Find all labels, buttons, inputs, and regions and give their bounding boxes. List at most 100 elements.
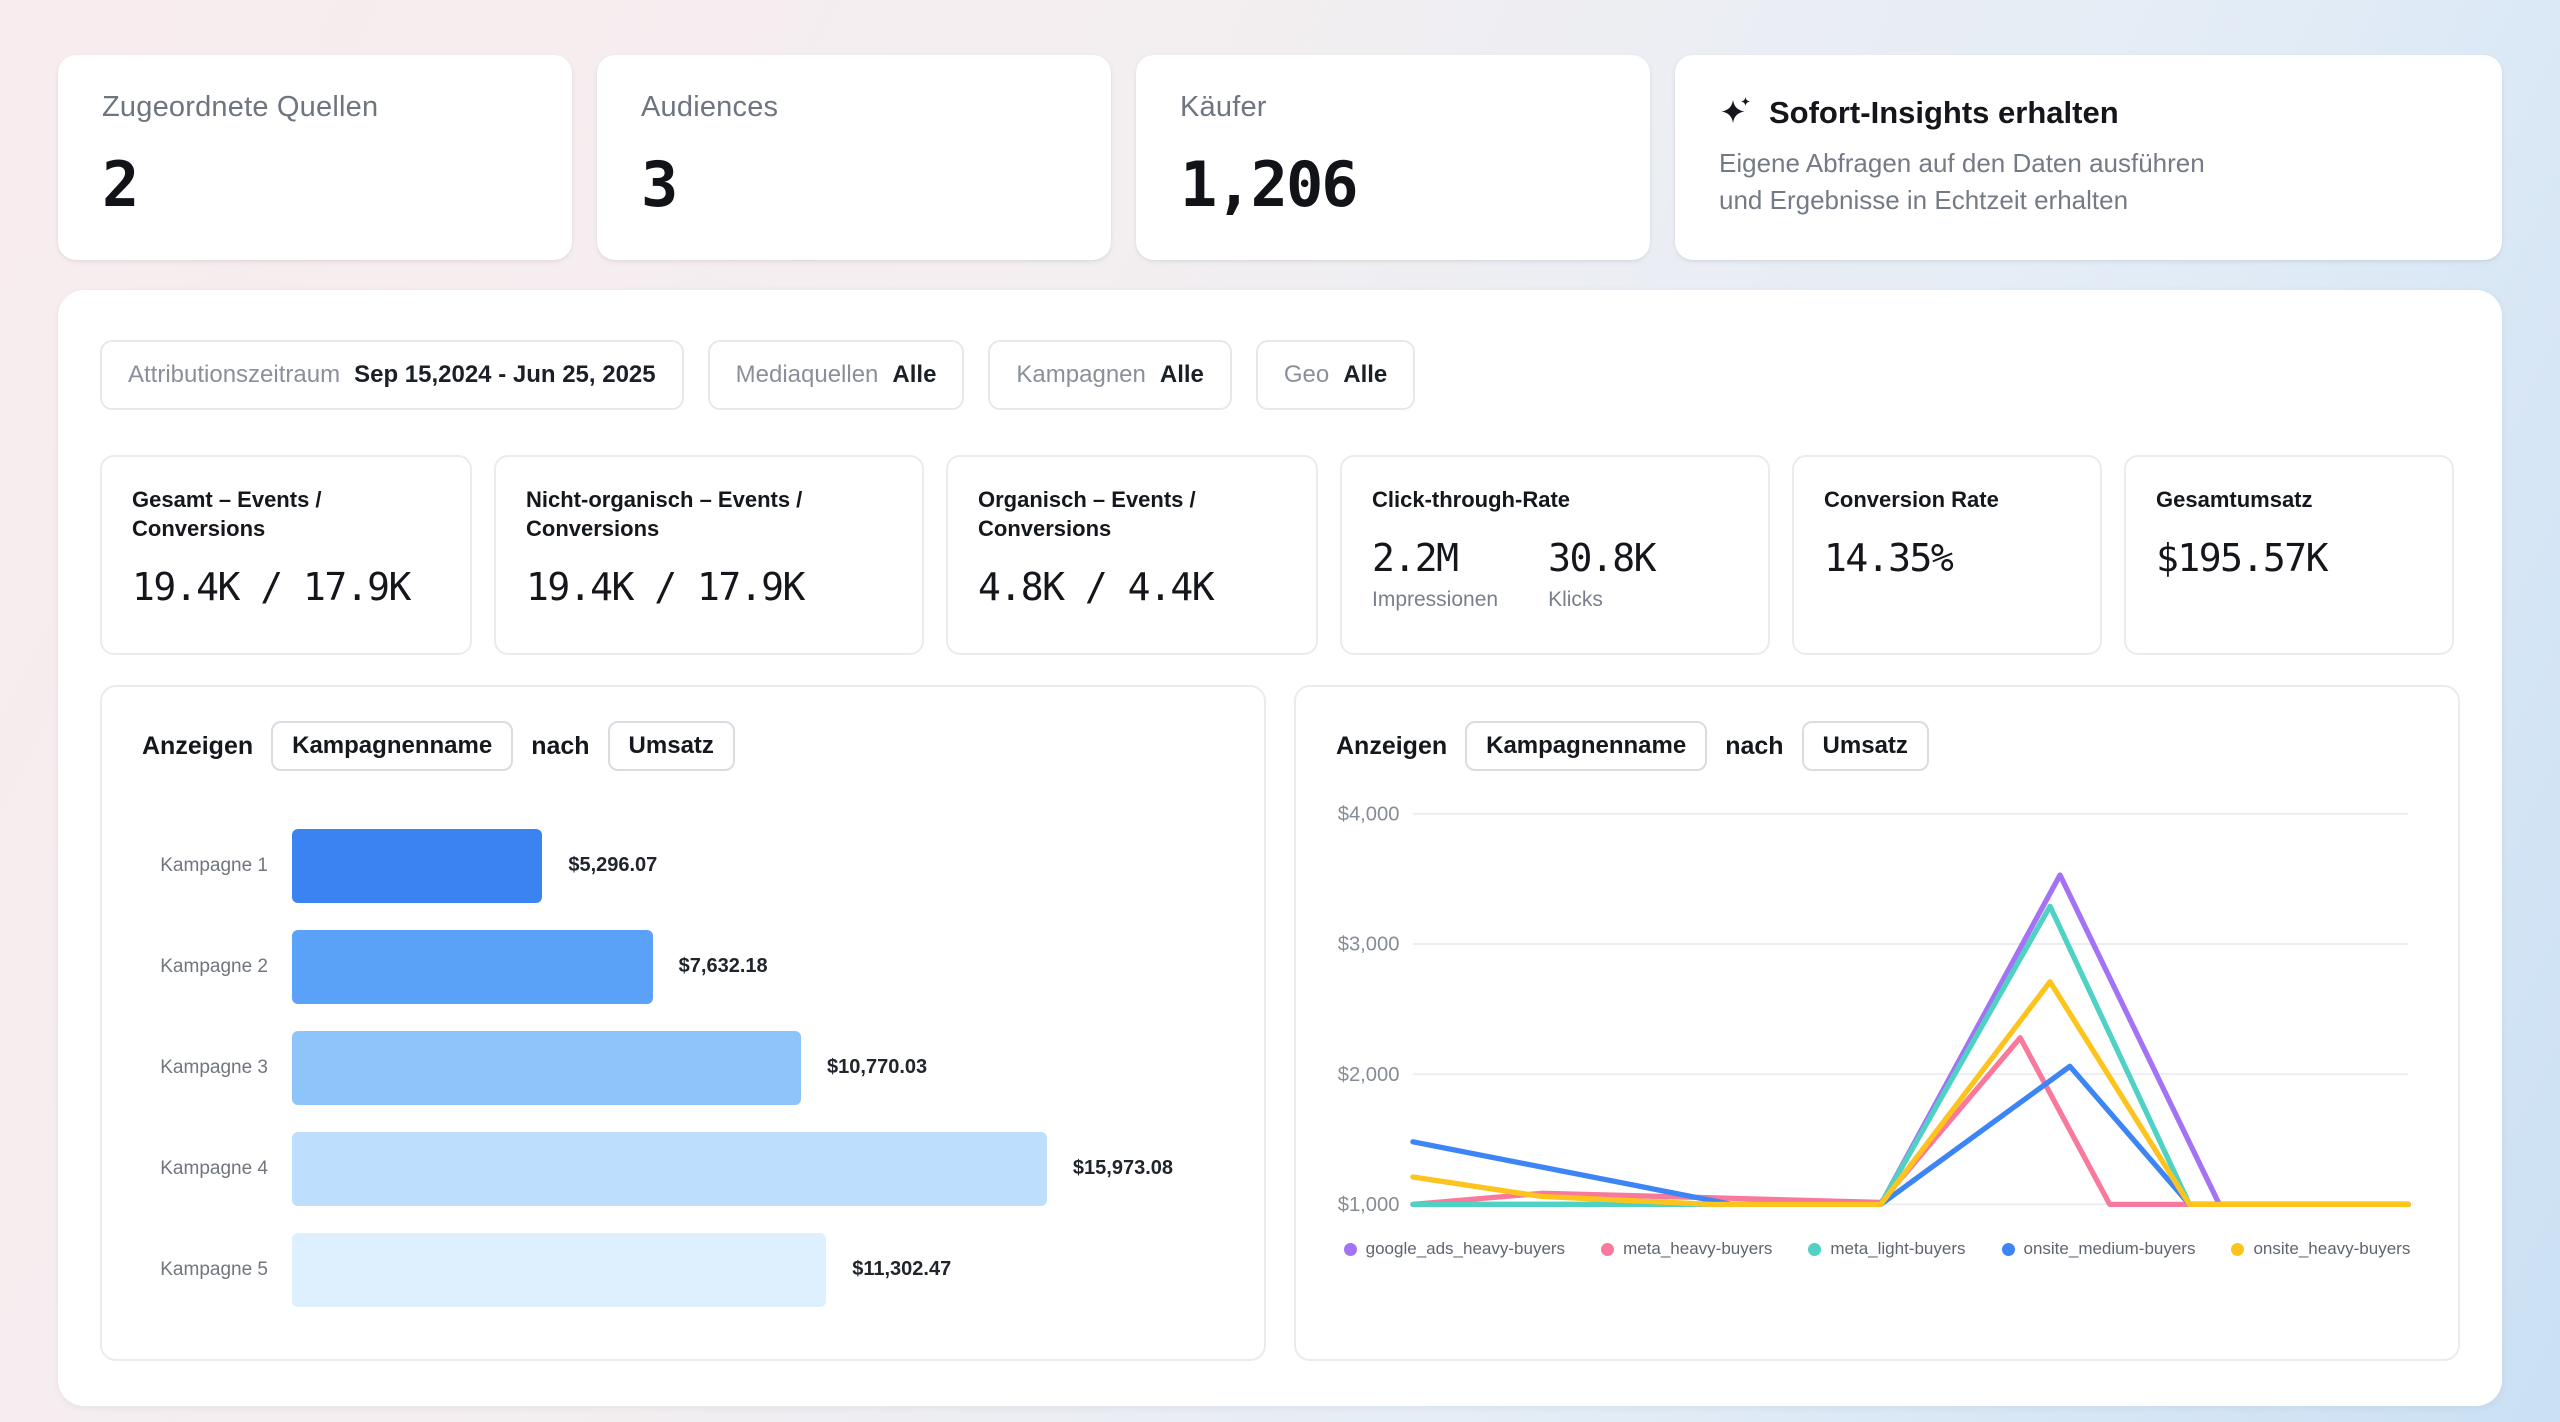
- instant-insights-card[interactable]: Sofort-Insights erhalten Eigene Abfragen…: [1675, 55, 2502, 260]
- filter-attribution-window[interactable]: Attributionszeitraum Sep 15,2024 - Jun 2…: [100, 340, 684, 410]
- sparkle-icon: [1719, 96, 1753, 130]
- filter-media-sources[interactable]: Mediaquellen Alle: [708, 340, 965, 410]
- bar-track: $10,770.03: [292, 1031, 1224, 1105]
- by-label: nach: [531, 732, 589, 761]
- dashboard-page: Zugeordnete Quellen 2 Audiences 3 Käufer…: [0, 0, 2560, 1422]
- bar-category-label: Kampagne 1: [142, 855, 292, 877]
- bar-row: Kampagne 1 $5,296.07: [142, 815, 1224, 916]
- bar-value-label: $15,973.08: [1073, 1157, 1173, 1180]
- filter-row: Attributionszeitraum Sep 15,2024 - Jun 2…: [100, 340, 2460, 410]
- main-panel: Attributionszeitraum Sep 15,2024 - Jun 2…: [58, 290, 2502, 1406]
- legend-dot-icon: [2002, 1243, 2015, 1256]
- stat-value: 3: [641, 148, 1067, 221]
- line-chart-canvas: $1,000$2,000$3,000$4,000: [1336, 785, 2418, 1235]
- bar-track: $15,973.08: [292, 1132, 1224, 1206]
- by-label: nach: [1725, 732, 1783, 761]
- bar-value-label: $5,296.07: [568, 854, 657, 877]
- filter-value: Alle: [892, 361, 936, 389]
- legend-item[interactable]: onsite_medium-buyers: [2002, 1239, 2196, 1259]
- bar-value-label: $11,302.47: [852, 1258, 951, 1281]
- bar-track: $7,632.18: [292, 930, 1224, 1004]
- stats-row: Zugeordnete Quellen 2 Audiences 3 Käufer…: [0, 0, 2560, 260]
- filter-label: Geo: [1284, 361, 1329, 389]
- line-chart: $1,000$2,000$3,000$4,000: [1336, 785, 2418, 1235]
- metric-title: Gesamtumsatz: [2156, 485, 2422, 514]
- dimension-select[interactable]: Kampagnenname: [1465, 721, 1707, 771]
- bar-category-label: Kampagne 3: [142, 1057, 292, 1079]
- legend-item[interactable]: google_ads_heavy-buyers: [1344, 1239, 1565, 1259]
- clicks-label: Klicks: [1548, 588, 1655, 612]
- legend-dot-icon: [1808, 1243, 1821, 1256]
- legend-label: meta_heavy-buyers: [1623, 1239, 1772, 1259]
- bar-chart-card: Anzeigen Kampagnenname nach Umsatz Kampa…: [100, 685, 1266, 1361]
- bar: [292, 930, 653, 1004]
- metric-title: Organisch – Events / Conversions: [978, 485, 1286, 543]
- legend-label: onsite_medium-buyers: [2024, 1239, 2196, 1259]
- legend-item[interactable]: meta_heavy-buyers: [1601, 1239, 1772, 1259]
- metric-title: Nicht-organisch – Events / Conversions: [526, 485, 892, 543]
- line-series-onsite_medium-buyers: [1413, 1066, 2408, 1204]
- dimension-select[interactable]: Kampagnenname: [271, 721, 513, 771]
- bar-value-label: $7,632.18: [679, 955, 768, 978]
- stat-card-attributed-sources: Zugeordnete Quellen 2: [58, 55, 572, 260]
- bar-category-label: Kampagne 2: [142, 956, 292, 978]
- bar: [292, 1132, 1047, 1206]
- charts-row: Anzeigen Kampagnenname nach Umsatz Kampa…: [100, 685, 2460, 1361]
- metric-card-organic-events: Organisch – Events / Conversions 4.8K / …: [946, 455, 1318, 655]
- stat-card-audiences: Audiences 3: [597, 55, 1111, 260]
- bar-track: $11,302.47: [292, 1233, 1224, 1307]
- line-series-meta_light-buyers: [1413, 906, 2408, 1204]
- filter-geo[interactable]: Geo Alle: [1256, 340, 1415, 410]
- metric-row: Gesamt – Events / Conversions 19.4K / 17…: [100, 455, 2460, 655]
- clicks-value: 30.8K: [1548, 536, 1655, 580]
- show-label: Anzeigen: [142, 732, 253, 761]
- legend-dot-icon: [2231, 1243, 2244, 1256]
- y-axis-tick-label: $4,000: [1338, 804, 1400, 826]
- metric-card-conversion-rate: Conversion Rate 14.35%: [1792, 455, 2102, 655]
- bar-value-label: $10,770.03: [827, 1056, 927, 1079]
- line-chart-card: Anzeigen Kampagnenname nach Umsatz $1,00…: [1294, 685, 2460, 1361]
- metric-title: Gesamt – Events / Conversions: [132, 485, 440, 543]
- metric-title: Conversion Rate: [1824, 485, 2070, 514]
- y-axis-tick-label: $3,000: [1338, 934, 1400, 956]
- legend-item[interactable]: meta_light-buyers: [1808, 1239, 1965, 1259]
- bar-row: Kampagne 3 $10,770.03: [142, 1017, 1224, 1118]
- insights-subtitle: Eigene Abfragen auf den Daten ausführen …: [1719, 145, 2458, 219]
- filter-label: Kampagnen: [1016, 361, 1145, 389]
- bar-row: Kampagne 2 $7,632.18: [142, 916, 1224, 1017]
- stat-label: Audiences: [641, 91, 1067, 124]
- filter-label: Mediaquellen: [736, 361, 879, 389]
- line-chart-legend: google_ads_heavy-buyers meta_heavy-buyers…: [1336, 1239, 2418, 1259]
- stat-label: Zugeordnete Quellen: [102, 91, 528, 124]
- legend-label: google_ads_heavy-buyers: [1366, 1239, 1565, 1259]
- legend-item[interactable]: onsite_heavy-buyers: [2231, 1239, 2410, 1259]
- filter-campaigns[interactable]: Kampagnen Alle: [988, 340, 1231, 410]
- impressions-value: 2.2M: [1372, 536, 1498, 580]
- stat-card-buyers: Käufer 1,206: [1136, 55, 1650, 260]
- metric-card-ctr: Click-through-Rate 2.2M Impressionen 30.…: [1340, 455, 1770, 655]
- filter-value: Sep 15,2024 - Jun 25, 2025: [354, 361, 656, 389]
- y-axis-tick-label: $1,000: [1338, 1194, 1400, 1216]
- show-label: Anzeigen: [1336, 732, 1447, 761]
- bar-category-label: Kampagne 5: [142, 1259, 292, 1281]
- metric-value: 4.8K / 4.4K: [978, 565, 1286, 609]
- legend-label: meta_light-buyers: [1830, 1239, 1965, 1259]
- measure-select[interactable]: Umsatz: [608, 721, 735, 771]
- impressions-label: Impressionen: [1372, 588, 1498, 612]
- bar-track: $5,296.07: [292, 829, 1224, 903]
- bar: [292, 1031, 801, 1105]
- filter-value: Alle: [1343, 361, 1387, 389]
- metric-value: 14.35%: [1824, 536, 2070, 580]
- metric-value: $195.57K: [2156, 536, 2422, 580]
- legend-dot-icon: [1601, 1243, 1614, 1256]
- stat-value: 1,206: [1180, 148, 1606, 221]
- measure-select[interactable]: Umsatz: [1802, 721, 1929, 771]
- filter-value: Alle: [1160, 361, 1204, 389]
- bar-row: Kampagne 5 $11,302.47: [142, 1219, 1224, 1320]
- metric-card-total-events: Gesamt – Events / Conversions 19.4K / 17…: [100, 455, 472, 655]
- bar-category-label: Kampagne 4: [142, 1158, 292, 1180]
- ctr-clicks: 30.8K Klicks: [1548, 536, 1655, 612]
- metric-title: Click-through-Rate: [1372, 485, 1738, 514]
- filter-label: Attributionszeitraum: [128, 361, 340, 389]
- insights-title: Sofort-Insights erhalten: [1769, 95, 2119, 131]
